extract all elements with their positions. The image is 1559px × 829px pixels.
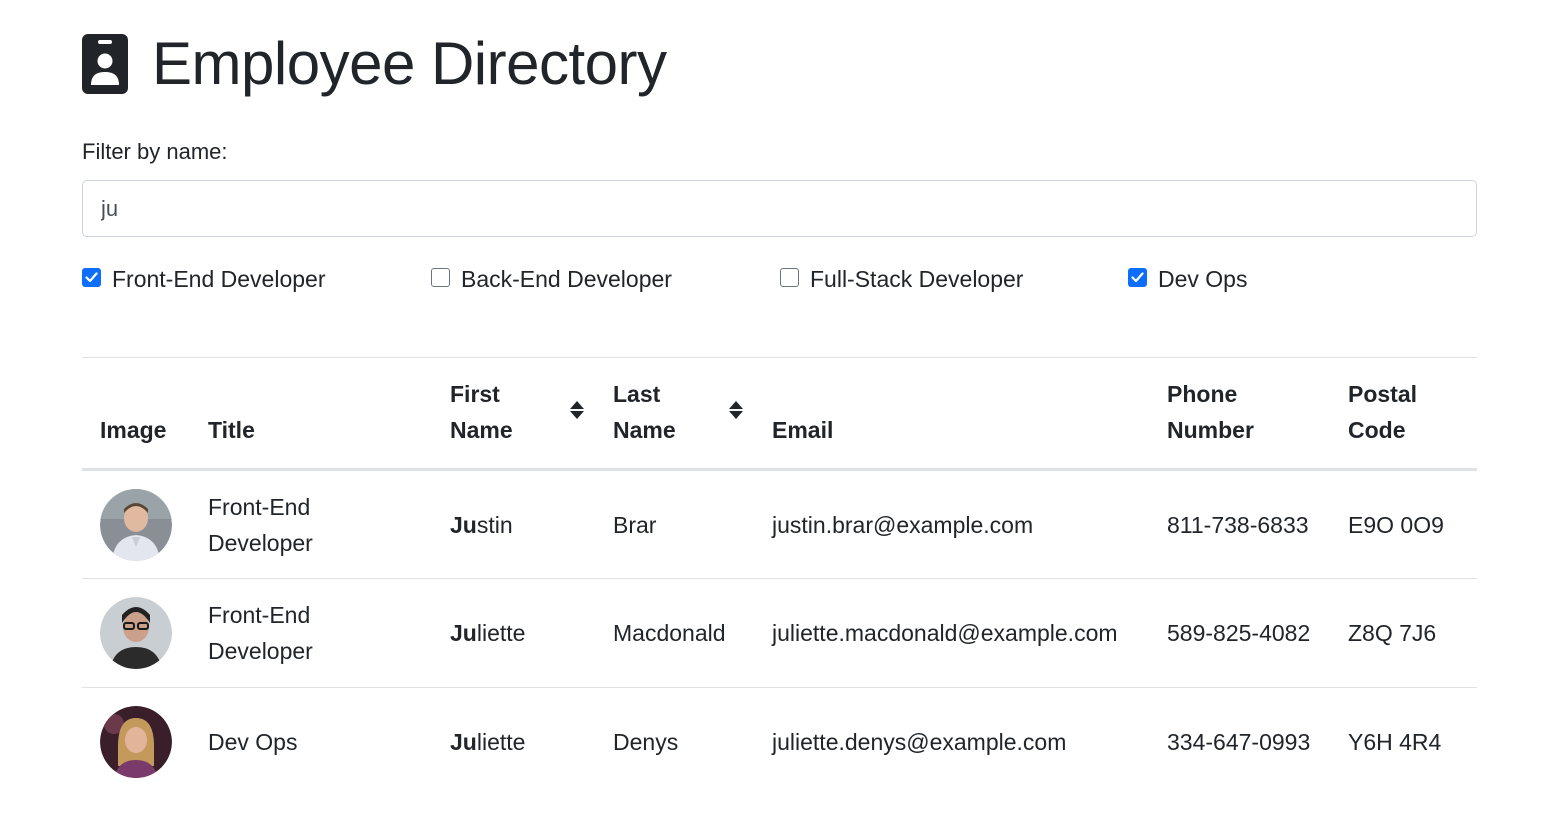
page-title: Employee Directory [152, 30, 667, 97]
employee-table: Image Title First Name Last Name Email P… [82, 358, 1477, 797]
column-header-image: Image [82, 358, 190, 471]
title-cell: Front-End Developer [190, 578, 432, 688]
column-header-email: Email [754, 358, 1149, 471]
last-name-cell: Macdonald [595, 578, 754, 688]
role-filter-dev-ops[interactable]: Dev Ops [1128, 266, 1247, 293]
last-name-cell: Denys [613, 729, 679, 756]
filter-label: Filter by name: [82, 139, 228, 164]
table-header: Image Title First Name Last Name Email P… [82, 358, 1477, 471]
front-end-checkbox[interactable] [82, 268, 101, 287]
phone-cell: 589-825-4082 [1149, 578, 1330, 688]
avatar-cell [82, 469, 190, 579]
first-name-cell: Justin [432, 469, 595, 579]
table-row: Front-End Developer Juliette Macdonald j… [82, 578, 1477, 688]
name-filter-input[interactable] [82, 180, 1477, 237]
title-cell: Front-End Developer [190, 469, 432, 579]
page-header: Employee Directory [82, 28, 667, 100]
avatar [100, 706, 172, 779]
phone-cell: 334-647-0993 [1167, 729, 1311, 756]
role-filter-full-stack[interactable]: Full-Stack Developer [780, 266, 1023, 293]
first-name-cell: Juliette [450, 729, 526, 756]
table-row: Front-End Developer Justin Brar justin.b… [82, 469, 1477, 579]
back-end-label: Back-End Developer [461, 266, 672, 292]
email-cell: juliette.denys@example.com [772, 729, 1067, 756]
postal-cell: E9O 0O9 [1330, 469, 1477, 579]
column-header-last-name[interactable]: Last Name [595, 358, 754, 471]
postal-cell: Y6H 4R4 [1348, 729, 1442, 756]
dev-ops-label: Dev Ops [1158, 266, 1248, 292]
role-filter-back-end[interactable]: Back-End Developer [431, 266, 672, 293]
column-header-phone: Phone Number [1149, 358, 1330, 471]
role-filter-group: Front-End Developer Back-End Developer F… [82, 266, 1477, 296]
first-name-cell: Juliette [432, 578, 595, 688]
sort-icon[interactable] [728, 400, 744, 420]
full-stack-checkbox[interactable] [780, 268, 799, 287]
postal-cell: Z8Q 7J6 [1330, 578, 1477, 688]
sort-icon[interactable] [569, 400, 585, 420]
avatar [100, 488, 172, 561]
phone-cell: 811-738-6833 [1149, 469, 1330, 579]
last-name-cell: Brar [595, 469, 754, 579]
email-cell: juliette.macdonald@example.com [754, 578, 1149, 688]
avatar-cell [82, 578, 190, 688]
column-header-postal: Postal Code [1330, 358, 1477, 471]
column-header-first-name[interactable]: First Name [432, 358, 595, 471]
table-body: Front-End Developer Justin Brar justin.b… [82, 469, 1477, 797]
title-cell: Dev Ops [208, 729, 298, 756]
full-stack-label: Full-Stack Developer [810, 266, 1024, 292]
back-end-checkbox[interactable] [431, 268, 450, 287]
dev-ops-checkbox[interactable] [1128, 268, 1147, 287]
column-header-title: Title [190, 358, 432, 471]
avatar [100, 597, 172, 669]
role-filter-front-end[interactable]: Front-End Developer [82, 266, 326, 293]
email-cell: justin.brar@example.com [754, 469, 1149, 579]
avatar-cell [82, 688, 190, 797]
table-row: Dev Ops Juliette Denys juliette.denys@ex… [82, 688, 1477, 797]
employee-table-wrapper: Image Title First Name Last Name Email P… [82, 357, 1477, 797]
id-badge-icon [82, 34, 128, 94]
front-end-label: Front-End Developer [112, 266, 326, 292]
